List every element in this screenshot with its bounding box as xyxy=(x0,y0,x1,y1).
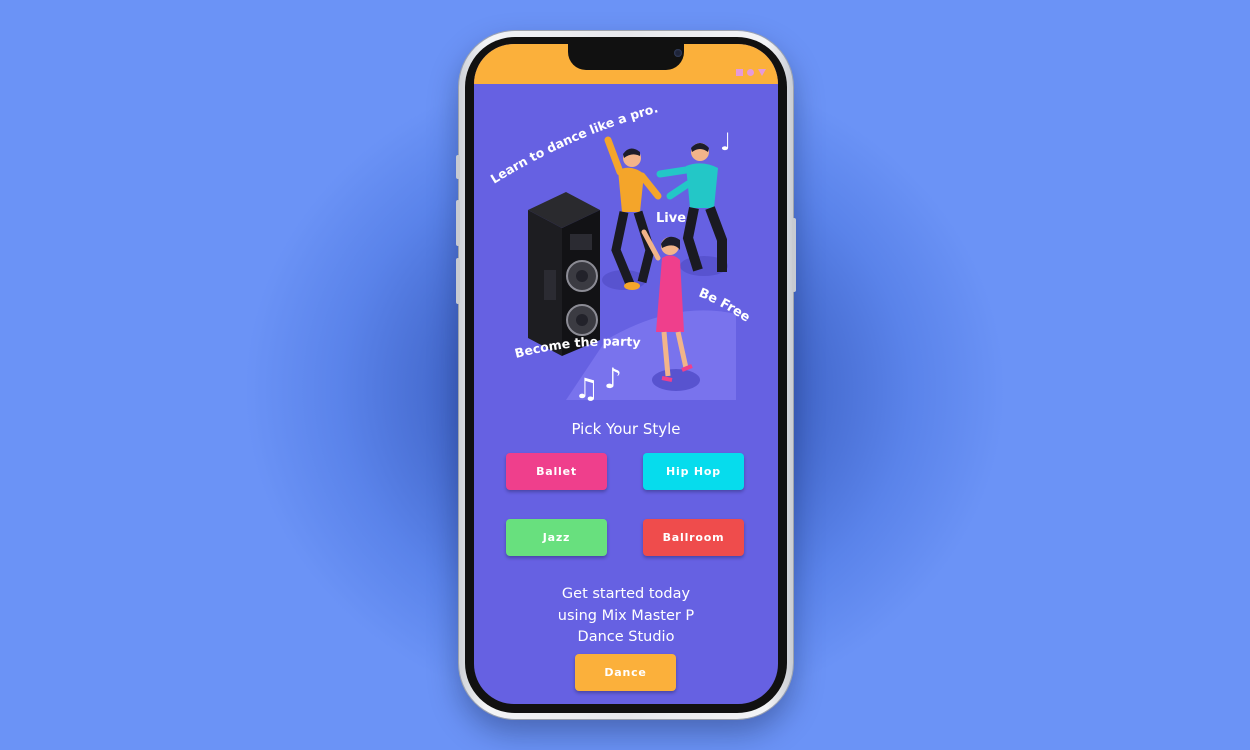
dance-button[interactable]: Dance xyxy=(575,654,676,691)
ballroom-button[interactable]: Ballroom xyxy=(643,519,744,556)
status-square-icon xyxy=(736,69,743,76)
ballet-button-label: Ballet xyxy=(536,465,577,478)
status-triangle-icon xyxy=(758,69,766,76)
ballet-button[interactable]: Ballet xyxy=(506,453,607,490)
silent-switch xyxy=(456,155,460,179)
dance-hero-illustration: ♩ ♫ ♪ Learn to dance like a pro. Live Be… xyxy=(486,100,753,404)
pick-style-title: Pick Your Style xyxy=(571,420,681,438)
hip-hop-button[interactable]: Hip Hop xyxy=(643,453,744,490)
hip-hop-button-label: Hip Hop xyxy=(666,465,721,478)
camera-icon xyxy=(674,49,682,57)
svg-text:♫: ♫ xyxy=(574,372,599,404)
cta-line-3: Dance Studio xyxy=(577,629,675,645)
get-started-text: Get started today using Mix Master P Dan… xyxy=(474,584,778,649)
cta-line-1: Get started today xyxy=(561,586,691,602)
volume-up-button xyxy=(456,200,460,246)
jazz-button[interactable]: Jazz xyxy=(506,519,607,556)
dance-button-label: Dance xyxy=(604,666,647,679)
status-circle-icon xyxy=(747,69,754,76)
power-button xyxy=(792,218,796,292)
ballroom-button-label: Ballroom xyxy=(662,531,725,544)
svg-text:♩: ♩ xyxy=(720,128,731,156)
hero-caption-live: Live xyxy=(656,211,686,226)
notch xyxy=(568,44,684,70)
svg-text:♪: ♪ xyxy=(604,362,622,395)
speaker-icon xyxy=(528,192,600,356)
jazz-button-label: Jazz xyxy=(542,531,571,544)
cta-line-2: using Mix Master P xyxy=(557,607,695,624)
status-icons xyxy=(736,69,766,76)
app-screen: ♩ ♫ ♪ Learn to dance like a pro. Live Be… xyxy=(474,44,778,704)
volume-down-button xyxy=(456,258,460,304)
